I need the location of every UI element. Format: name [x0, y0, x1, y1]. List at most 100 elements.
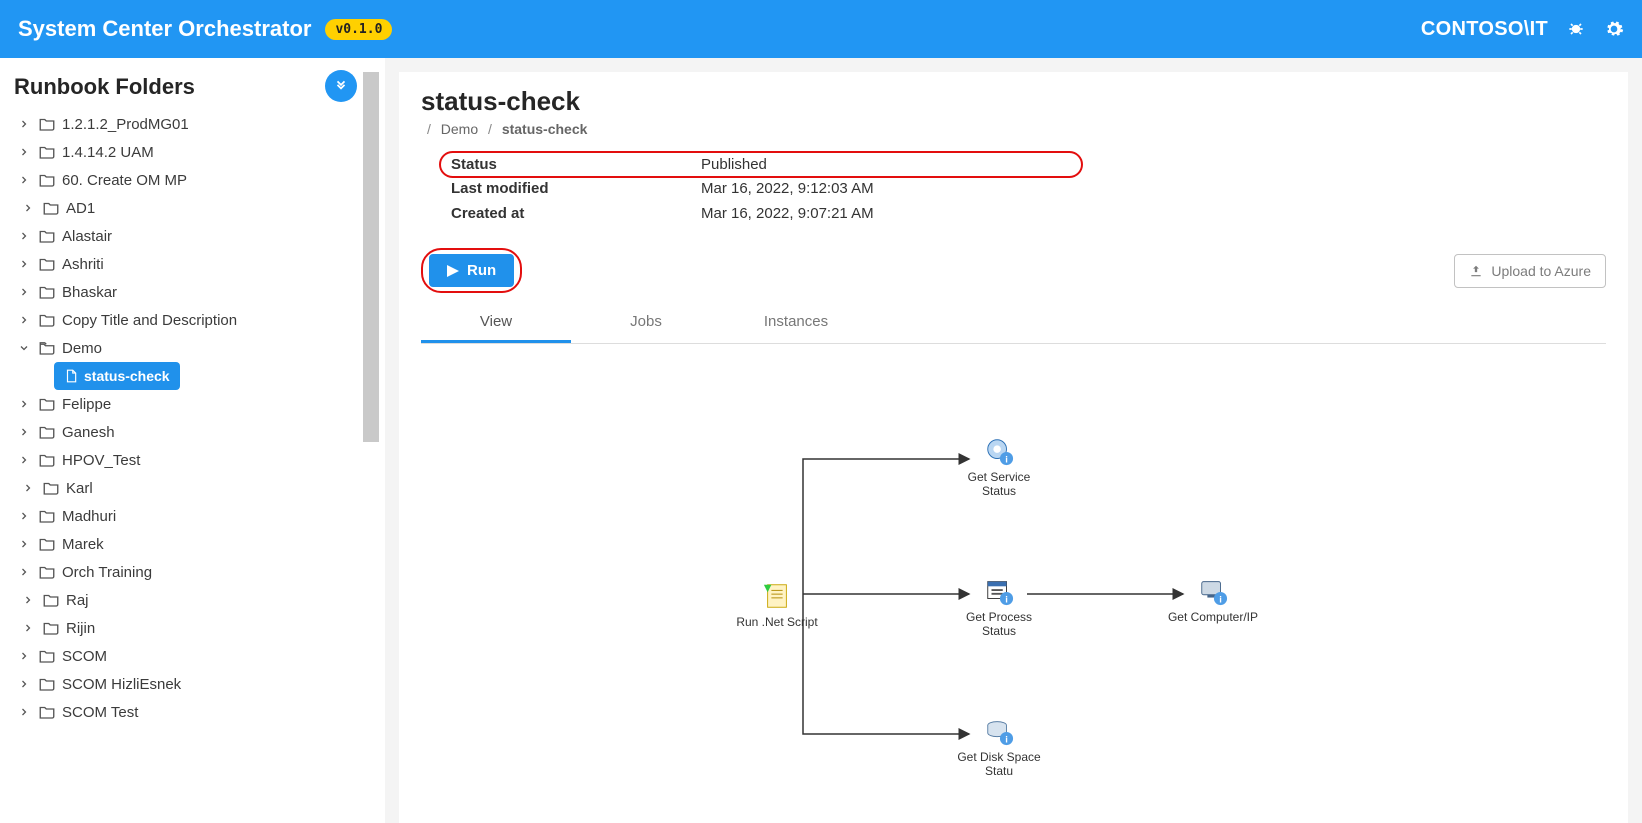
- chevron-right-icon: [20, 482, 36, 494]
- chevron-right-icon: [16, 566, 32, 578]
- sidebar-folder[interactable]: SCOM HizliEsnek: [12, 670, 361, 698]
- folder-icon: [42, 199, 60, 217]
- sidebar-folder[interactable]: SCOM: [12, 642, 361, 670]
- folder-label: Raj: [66, 592, 89, 609]
- sidebar-folder[interactable]: Felippe: [12, 390, 361, 418]
- sidebar-runbook-item[interactable]: status-check: [54, 362, 180, 390]
- folder-label: SCOM Test: [62, 704, 138, 721]
- sidebar-folder[interactable]: Karl: [12, 474, 361, 502]
- svg-text:i: i: [1005, 594, 1008, 604]
- node-label: Get Disk Space Statu: [953, 750, 1045, 778]
- main-panel: status-check / Demo / status-check Statu…: [385, 58, 1642, 823]
- sidebar-folder[interactable]: Orch Training: [12, 558, 361, 586]
- breadcrumb-current: status-check: [502, 121, 588, 137]
- folder-icon: [38, 115, 56, 133]
- chevron-right-icon: [16, 426, 32, 438]
- sidebar-folder[interactable]: Ashriti: [12, 250, 361, 278]
- folder-icon: [38, 647, 56, 665]
- tab-view[interactable]: View: [421, 303, 571, 343]
- sidebar-folder[interactable]: Marek: [12, 530, 361, 558]
- folder-label: Karl: [66, 480, 93, 497]
- folder-label: Alastair: [62, 228, 112, 245]
- folder-icon: [38, 507, 56, 525]
- folder-icon: [38, 423, 56, 441]
- folder-label: Orch Training: [62, 564, 152, 581]
- computer-info-icon: i: [1196, 574, 1230, 608]
- sidebar-folder[interactable]: Raj: [12, 586, 361, 614]
- chevron-right-icon: [20, 202, 36, 214]
- node-label: Run .Net Script: [731, 615, 823, 629]
- sidebar-folder[interactable]: Bhaskar: [12, 278, 361, 306]
- svg-text:i: i: [1219, 594, 1222, 604]
- sidebar-folder[interactable]: Demo: [12, 334, 361, 362]
- folder-icon: [38, 703, 56, 721]
- chevron-right-icon: [16, 230, 32, 242]
- status-value: Published: [701, 153, 1081, 176]
- process-info-icon: i: [982, 574, 1016, 608]
- gear-icon[interactable]: [1604, 19, 1624, 39]
- folder-icon: [38, 255, 56, 273]
- node-get-process-status[interactable]: i Get Process Status: [953, 574, 1045, 638]
- runbook-item-label: status-check: [84, 368, 170, 384]
- folder-icon: [38, 451, 56, 469]
- runbook-diagram: Run .Net Script i Get Service Status i G…: [421, 364, 1606, 794]
- folder-label: Demo: [62, 340, 102, 357]
- chevron-right-icon: [16, 538, 32, 550]
- top-bar: System Center Orchestrator v0.1.0 CONTOS…: [0, 0, 1642, 58]
- folder-icon: [42, 479, 60, 497]
- folder-label: Ganesh: [62, 424, 115, 441]
- node-get-service-status[interactable]: i Get Service Status: [953, 434, 1045, 498]
- chevron-right-icon: [20, 622, 36, 634]
- sidebar-folder[interactable]: 1.4.14.2 UAM: [12, 138, 361, 166]
- sidebar-folder[interactable]: AD1: [12, 194, 361, 222]
- collapse-sidebar-button[interactable]: [325, 70, 357, 102]
- sidebar-folder[interactable]: SCOM Test: [12, 698, 361, 726]
- disk-info-icon: i: [982, 714, 1016, 748]
- chevron-right-icon: [16, 454, 32, 466]
- folder-label: 1.2.1.2_ProdMG01: [62, 116, 189, 133]
- breadcrumb-parent[interactable]: Demo: [441, 121, 478, 137]
- sidebar-folder[interactable]: Ganesh: [12, 418, 361, 446]
- folder-icon: [38, 311, 56, 329]
- node-run-net-script[interactable]: Run .Net Script: [731, 579, 823, 629]
- sidebar-folder[interactable]: Alastair: [12, 222, 361, 250]
- sidebar-folder[interactable]: Madhuri: [12, 502, 361, 530]
- sidebar-folder[interactable]: Rijin: [12, 614, 361, 642]
- sidebar: Runbook Folders 1.2.1.2_ProdMG011.4.14.2…: [0, 58, 385, 823]
- folder-icon: [42, 619, 60, 637]
- node-get-computer-ip[interactable]: i Get Computer/IP: [1167, 574, 1259, 624]
- chevron-right-icon: [16, 398, 32, 410]
- gear-info-icon: i: [982, 434, 1016, 468]
- modified-value: Mar 16, 2022, 9:12:03 AM: [701, 176, 1081, 201]
- chevron-right-icon: [20, 594, 36, 606]
- sidebar-folder[interactable]: 60. Create OM MP: [12, 166, 361, 194]
- node-label: Get Computer/IP: [1167, 610, 1259, 624]
- version-badge: v0.1.0: [325, 19, 392, 40]
- folder-label: Madhuri: [62, 508, 116, 525]
- chevron-down-icon: [16, 342, 32, 354]
- run-highlight: Run: [421, 248, 522, 293]
- node-label: Get Service Status: [953, 470, 1045, 498]
- tab-bar: View Jobs Instances: [421, 303, 1606, 344]
- folder-icon: [38, 227, 56, 245]
- bug-icon[interactable]: [1566, 19, 1586, 39]
- sidebar-folder[interactable]: HPOV_Test: [12, 446, 361, 474]
- chevron-right-icon: [16, 258, 32, 270]
- upload-to-azure-button[interactable]: Upload to Azure: [1454, 254, 1606, 288]
- status-row: Status Published: [441, 153, 1081, 176]
- svg-text:i: i: [1005, 734, 1008, 744]
- folder-label: SCOM HizliEsnek: [62, 676, 181, 693]
- sidebar-folder[interactable]: 1.2.1.2_ProdMG01: [12, 110, 361, 138]
- folder-icon: [38, 395, 56, 413]
- chevron-right-icon: [16, 510, 32, 522]
- sidebar-folder[interactable]: Copy Title and Description: [12, 306, 361, 334]
- tab-instances[interactable]: Instances: [721, 303, 871, 343]
- folder-icon: [38, 143, 56, 161]
- chevron-right-icon: [16, 118, 32, 130]
- upload-button-label: Upload to Azure: [1491, 263, 1591, 279]
- sidebar-scrollbar[interactable]: [363, 72, 379, 442]
- play-icon: [447, 265, 459, 277]
- node-get-disk-space[interactable]: i Get Disk Space Statu: [953, 714, 1045, 778]
- tab-jobs[interactable]: Jobs: [571, 303, 721, 343]
- run-button[interactable]: Run: [429, 254, 514, 287]
